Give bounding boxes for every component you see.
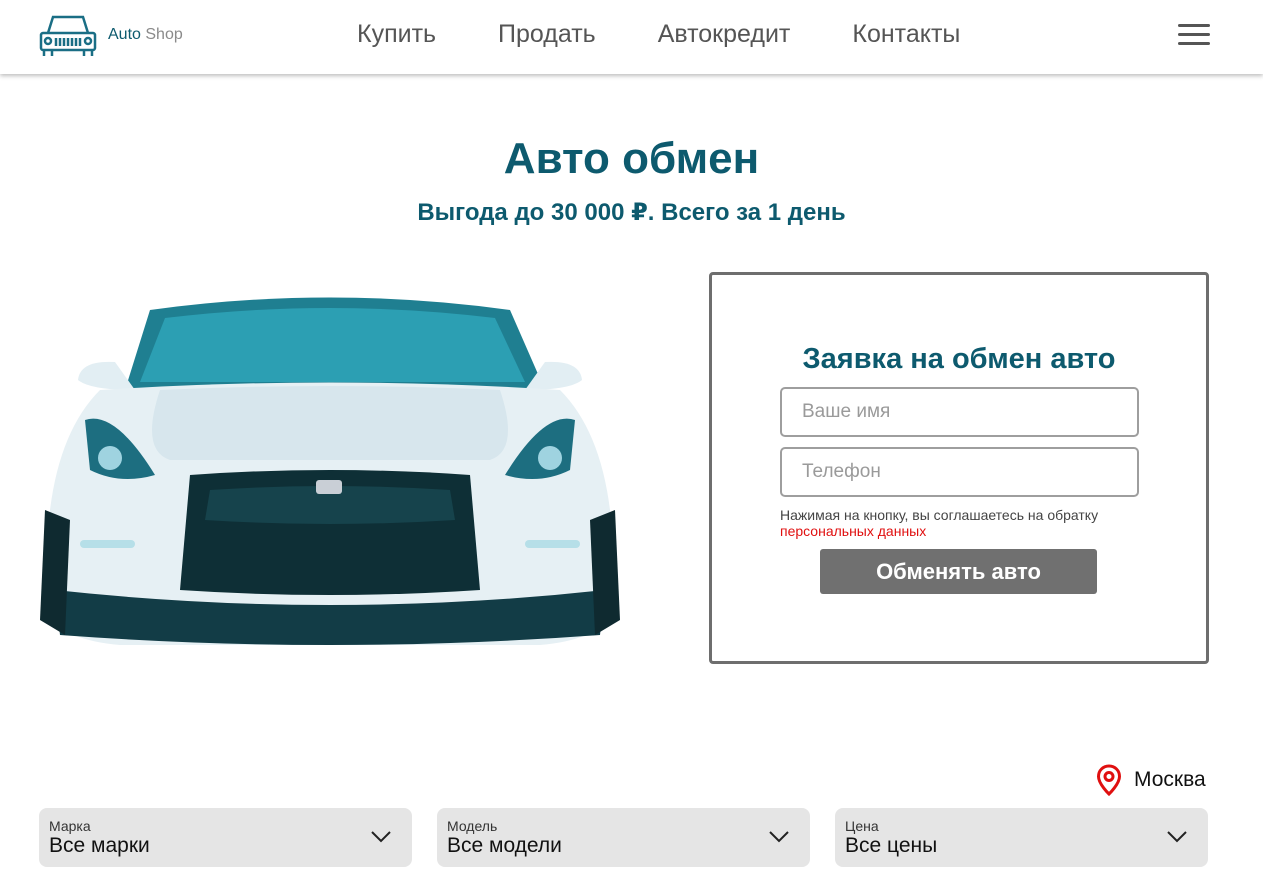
personal-data-link[interactable]: персональных данных <box>780 523 926 539</box>
price-filter[interactable]: Цена Все цены <box>835 808 1208 867</box>
form-title: Заявка на обмен авто <box>802 343 1116 375</box>
logo-text: Auto Shop <box>108 26 183 44</box>
consent-text: Нажимая на кнопку, вы соглашаетесь на об… <box>780 507 1160 539</box>
chevron-down-icon <box>371 831 391 843</box>
city-selector[interactable]: Москва <box>1096 764 1206 796</box>
hamburger-icon[interactable] <box>1178 24 1210 48</box>
chevron-down-icon <box>769 831 789 843</box>
map-pin-icon <box>1096 764 1122 796</box>
page-subtitle: Выгода до 30 000 ₽. Всего за 1 день <box>417 199 846 226</box>
name-input[interactable] <box>780 387 1139 437</box>
city-name: Москва <box>1134 768 1206 791</box>
filter-value: Все цены <box>845 834 938 857</box>
filter-label: Цена <box>845 818 879 834</box>
filter-label: Марка <box>49 818 91 834</box>
site-header: Auto Shop Купить Продать Автокредит Конт… <box>0 0 1263 74</box>
exchange-submit-button[interactable]: Обменять авто <box>820 549 1097 594</box>
brand-filter[interactable]: Марка Все марки <box>39 808 412 867</box>
main-nav: Купить Продать Автокредит Контакты <box>326 20 991 49</box>
filter-value: Все марки <box>49 834 150 857</box>
filter-label: Модель <box>447 818 498 834</box>
consent-message: Нажимая на кнопку, вы соглашаетесь на об… <box>780 507 1099 523</box>
nav-sell[interactable]: Продать <box>498 20 596 49</box>
nav-buy[interactable]: Купить <box>357 20 436 49</box>
logo[interactable]: Auto Shop <box>38 11 183 59</box>
car-logo-icon <box>39 15 97 56</box>
phone-input[interactable] <box>780 447 1139 497</box>
nav-contacts[interactable]: Контакты <box>852 20 960 49</box>
car-image <box>40 297 620 645</box>
exchange-form: Заявка на обмен авто Нажимая на кнопку, … <box>709 272 1209 664</box>
nav-autocredit[interactable]: Автокредит <box>658 20 791 49</box>
page-title: Авто обмен <box>503 134 760 183</box>
logo-word-auto: Auto <box>108 26 141 43</box>
model-filter[interactable]: Модель Все модели <box>437 808 810 867</box>
chevron-down-icon <box>1167 831 1187 843</box>
logo-word-shop: Shop <box>145 26 183 43</box>
filter-value: Все модели <box>447 834 562 857</box>
